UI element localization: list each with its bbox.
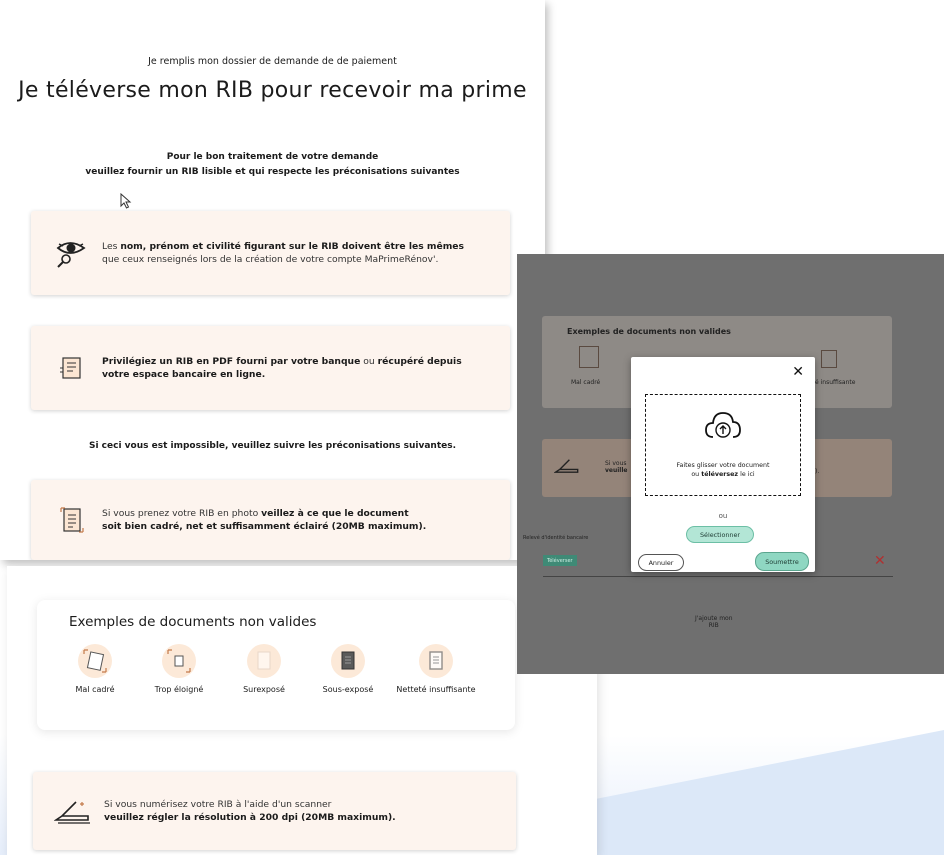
example-surexpose: Surexposé xyxy=(219,644,309,694)
rib-upload-page: Je remplis mon dossier de demande de de … xyxy=(0,0,545,560)
card-text-segment: Si vous numérisez votre RIB à l'aide d'u… xyxy=(104,799,332,810)
card-text-segment: veillez à ce que le document xyxy=(261,508,409,519)
bg-field-underline xyxy=(543,576,893,577)
example-label: Surexposé xyxy=(243,685,285,694)
bad-framing-icon xyxy=(78,644,112,678)
card-identity-match: Les nom, prénom et civilité figurant sur… xyxy=(31,211,510,295)
dropzone-line-2-bold: téléversez xyxy=(701,471,739,478)
invalid-examples-title: Exemples de documents non valides xyxy=(69,614,317,630)
close-icon[interactable]: ✕ xyxy=(792,364,804,380)
bg-add-line: J'ajoute mon xyxy=(695,615,733,622)
example-label: Mal cadré xyxy=(75,685,115,694)
fallback-note: Si ceci vous est impossible, veuillez su… xyxy=(88,441,457,451)
upload-dialog: ✕ Faites glisser votre document ou télév… xyxy=(631,357,815,572)
card-photo-advice-text: Si vous prenez votre RIB en photo veille… xyxy=(102,507,426,533)
dropzone-text: Faites glisser votre document ou téléver… xyxy=(646,461,800,479)
bg-doc-icon xyxy=(579,346,599,368)
card-text-segment: soit bien cadré, net et suffisamment écl… xyxy=(102,521,427,532)
example-trop-eloigne: Trop éloigné xyxy=(134,644,224,694)
submit-button[interactable]: Soumettre xyxy=(755,552,809,571)
card-text-segment: récupéré depuis xyxy=(377,356,462,367)
underexposed-icon xyxy=(331,644,365,678)
dropzone-line-2-post: le ici xyxy=(738,471,755,478)
example-label: Netteté insuffisante xyxy=(396,685,476,694)
example-label: Sous-exposé xyxy=(322,685,374,694)
card-scanner-advice: Si vous numérisez votre RIB à l'aide d'u… xyxy=(33,772,516,850)
blurry-icon xyxy=(419,644,453,678)
example-sous-expose: Sous-exposé xyxy=(303,644,393,694)
card-pdf-preferred: Privilégiez un RIB en PDF fourni par vot… xyxy=(31,326,510,410)
dropzone-line-1: Faites glisser votre document xyxy=(676,462,770,469)
bg-field-label: Relevé d'identité bancaire xyxy=(523,535,589,541)
invalid-examples-panel: Exemples de documents non valides Mal ca… xyxy=(37,600,515,730)
intro-line-2: veuillez fournir un RIB lisible et qui r… xyxy=(85,167,460,177)
or-separator: ou xyxy=(718,512,728,520)
cancel-button[interactable]: Annuler xyxy=(638,554,684,571)
mouse-cursor-icon xyxy=(120,193,132,209)
card-text-segment: Si vous prenez votre RIB en photo xyxy=(102,508,262,519)
page-title: Je téléverse mon RIB pour recevoir ma pr… xyxy=(18,78,527,103)
remove-icon: ✕ xyxy=(874,553,886,569)
dropzone-line-2-pre: ou xyxy=(691,471,702,478)
bg-scanner-text: Si vous veuille xyxy=(605,460,628,474)
bg-add-line: RIB xyxy=(708,622,719,629)
bg-scanner-line: veuille xyxy=(605,467,628,474)
bg-example-label: Mal cadré xyxy=(571,379,601,386)
intro-line-1: Pour le bon traitement de votre demande xyxy=(166,152,379,162)
dropzone-line-2: ou téléversez le ici xyxy=(646,470,800,479)
card-pdf-preferred-text: Privilégiez un RIB en PDF fourni par vot… xyxy=(102,355,462,381)
card-text-segment: Privilégiez un RIB en PDF fourni par vot… xyxy=(102,356,361,367)
card-scanner-advice-text: Si vous numérisez votre RIB à l'aide d'u… xyxy=(104,798,396,824)
bg-upload-tag: Téléverser xyxy=(543,555,577,566)
card-photo-advice: Si vous prenez votre RIB en photo veille… xyxy=(31,480,510,560)
card-text-segment: que ceux renseignés lors de la création … xyxy=(102,254,439,265)
card-identity-match-text: Les nom, prénom et civilité figurant sur… xyxy=(102,240,464,266)
example-nettete-insuffisante: Netteté insuffisante xyxy=(384,644,488,694)
example-label: Trop éloigné xyxy=(154,685,204,694)
bg-scanner-line: Si vous xyxy=(605,460,627,467)
bg-scanner-icon xyxy=(554,459,579,473)
page-subtitle: Je remplis mon dossier de demande de de … xyxy=(148,56,397,67)
bg-suffix: ). xyxy=(815,468,820,475)
card-text-segment: nom, prénom et civilité figurant sur le … xyxy=(120,241,464,252)
file-dropzone[interactable]: Faites glisser votre document ou téléver… xyxy=(645,394,801,496)
overexposed-icon xyxy=(247,644,281,678)
upload-modal-screenshot: Exemples de documents non valides Mal ca… xyxy=(517,254,944,674)
bg-example-label: é insuffisante xyxy=(815,379,856,386)
pdf-document-icon xyxy=(49,356,94,380)
card-text-segment: ou xyxy=(360,356,378,367)
eye-magnifier-icon xyxy=(49,238,94,268)
intro-text: Pour le bon traitement de votre demande … xyxy=(0,150,545,180)
card-text-segment: Les xyxy=(102,241,121,252)
photo-document-icon xyxy=(49,507,94,533)
cloud-upload-icon xyxy=(705,412,741,438)
example-mal-cadre: Mal cadré xyxy=(50,644,140,694)
bg-add-rib: J'ajoute mon RIB xyxy=(695,615,733,629)
scanner-icon xyxy=(51,798,96,824)
bg-doc-icon xyxy=(821,350,837,368)
card-text-segment: veuillez régler la résolution à 200 dpi … xyxy=(104,812,396,823)
too-far-icon xyxy=(162,644,196,678)
select-file-button[interactable]: Sélectionner xyxy=(686,526,754,543)
card-text-segment: votre espace bancaire en ligne. xyxy=(102,369,266,380)
bg-examples-title: Exemples de documents non valides xyxy=(567,327,731,336)
